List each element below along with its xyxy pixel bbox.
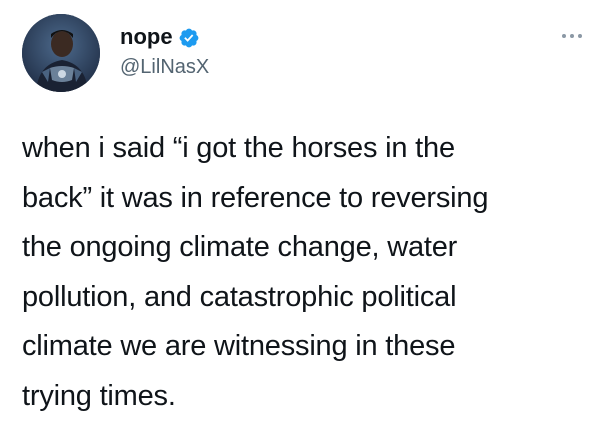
avatar[interactable] (22, 14, 100, 92)
tweet-text-line: the ongoing climate change, water (22, 231, 458, 263)
more-options-icon[interactable] (560, 30, 584, 42)
tweet-text-line: climate we are witnessing in these (22, 330, 456, 362)
display-name[interactable]: nope (120, 24, 173, 50)
user-avatar-photo (22, 14, 100, 92)
tweet-card: nope @LilNasX when i said “i got the hor… (0, 0, 599, 438)
user-handle[interactable]: @LilNasX (120, 55, 209, 79)
tweet-text-line: when i said “i got the horses in the (22, 132, 455, 164)
verified-badge-icon (179, 28, 199, 48)
tweet-text-line: back” it was in reference to reversing (22, 181, 489, 214)
tweet-text-line: pollution, and catastrophic political (22, 280, 457, 313)
tweet-text-line: trying times. (22, 379, 176, 412)
tweet-text: when i said “i got the horses in the bac… (22, 124, 582, 421)
